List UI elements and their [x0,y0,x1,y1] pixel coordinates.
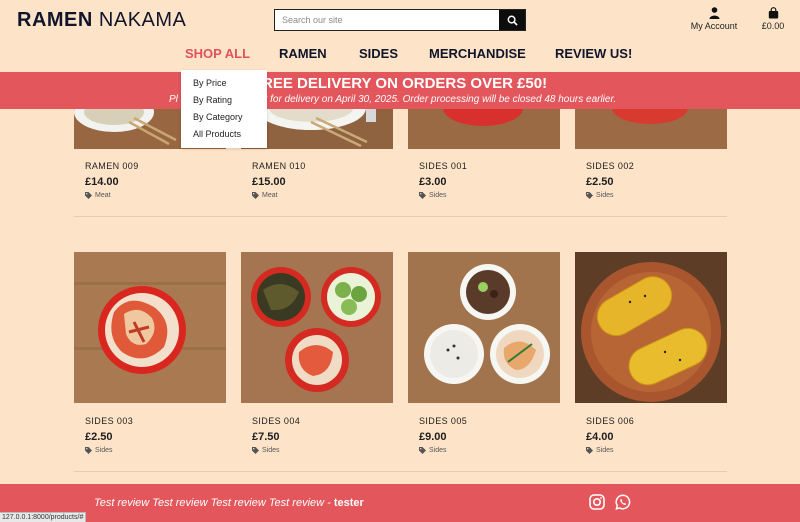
product-image[interactable] [408,252,560,403]
tag-icon [85,447,92,454]
instagram-link[interactable] [589,494,605,515]
delivery-banner: FREE DELIVERY ON ORDERS OVER £50! Pl r fo… [0,72,800,109]
search-input[interactable] [275,10,499,30]
banner-headline: FREE DELIVERY ON ORDERS OVER £50! [252,75,548,92]
tag-icon [586,447,593,454]
nav-merchandise[interactable]: MERCHANDISE [429,46,526,61]
product-image[interactable] [74,252,226,403]
product-category[interactable]: Sides [85,447,113,454]
product-name[interactable]: SIDES 006 [586,416,634,426]
product-category[interactable]: Sides [586,447,614,454]
product-price: £7.50 [252,431,280,443]
instagram-icon [589,494,605,510]
product-name[interactable]: SIDES 002 [586,161,634,171]
dropdown-item-all-products[interactable]: All Products [181,129,267,146]
nav-ramen[interactable]: RAMEN [279,46,327,61]
product-price: £15.00 [252,176,286,188]
row-divider [74,471,727,472]
tag-icon [252,447,259,454]
product-image[interactable] [575,252,727,403]
dropdown-item-by-category[interactable]: By Category [181,112,267,129]
main-nav: SHOP ALL RAMEN SIDES MERCHANDISE REVIEW … [0,46,800,66]
tag-icon [586,192,593,199]
product-image[interactable] [575,108,727,149]
tag-icon [419,192,426,199]
product-name[interactable]: RAMEN 010 [252,161,306,171]
tag-icon [252,192,259,199]
product-category[interactable]: Meat [252,192,278,199]
logo-bold-text: RAMEN [17,9,93,31]
whatsapp-link[interactable] [615,494,631,515]
dropdown-item-by-rating[interactable]: By Rating [181,95,267,112]
whatsapp-icon [615,494,631,510]
tag-icon [85,192,92,199]
product-image[interactable] [408,108,560,149]
footer-review: Test review Test review Test review Test… [94,497,364,509]
product-price: £14.00 [85,176,119,188]
shop-all-dropdown: By Price By Rating By Category All Produ… [181,70,267,148]
product-price: £3.00 [419,176,447,188]
product-category[interactable]: Sides [586,192,614,199]
product-name[interactable]: RAMEN 009 [85,161,139,171]
my-account-link[interactable]: My Account [688,7,740,31]
my-account-label: My Account [690,21,738,31]
logo-light-text: NAKAMA [98,9,187,31]
product-price: £9.00 [419,431,447,443]
shopping-bag-icon [768,7,778,19]
product-price: £4.00 [586,431,614,443]
product-category[interactable]: Meat [85,192,111,199]
product-name[interactable]: SIDES 003 [85,416,133,426]
bag-total: £0.00 [761,21,785,31]
search-button[interactable] [499,10,525,30]
search-icon [507,15,518,26]
dropdown-item-by-price[interactable]: By Price [181,78,267,95]
product-category[interactable]: Sides [252,447,280,454]
shopping-bag-link[interactable]: £0.00 [757,7,789,31]
row-divider [74,216,727,217]
nav-sides[interactable]: SIDES [359,46,398,61]
user-icon [709,7,719,19]
product-category[interactable]: Sides [419,447,447,454]
nav-shop-all[interactable]: SHOP ALL [185,46,250,61]
product-name[interactable]: SIDES 001 [419,161,467,171]
search-form [274,9,526,31]
product-price: £2.50 [85,431,113,443]
product-name[interactable]: SIDES 005 [419,416,467,426]
browser-status-bar: 127.0.0.1:8000/products/# [0,512,87,522]
review-author: tester [333,497,364,509]
tag-icon [419,447,426,454]
site-logo[interactable]: RAMEN NAKAMA [17,9,186,32]
product-name[interactable]: SIDES 004 [252,416,300,426]
nav-review-us[interactable]: REVIEW US! [555,46,632,61]
product-category[interactable]: Sides [419,192,447,199]
footer: Test review Test review Test review Test… [0,484,800,522]
product-price: £2.50 [586,176,614,188]
product-image[interactable] [241,252,393,403]
